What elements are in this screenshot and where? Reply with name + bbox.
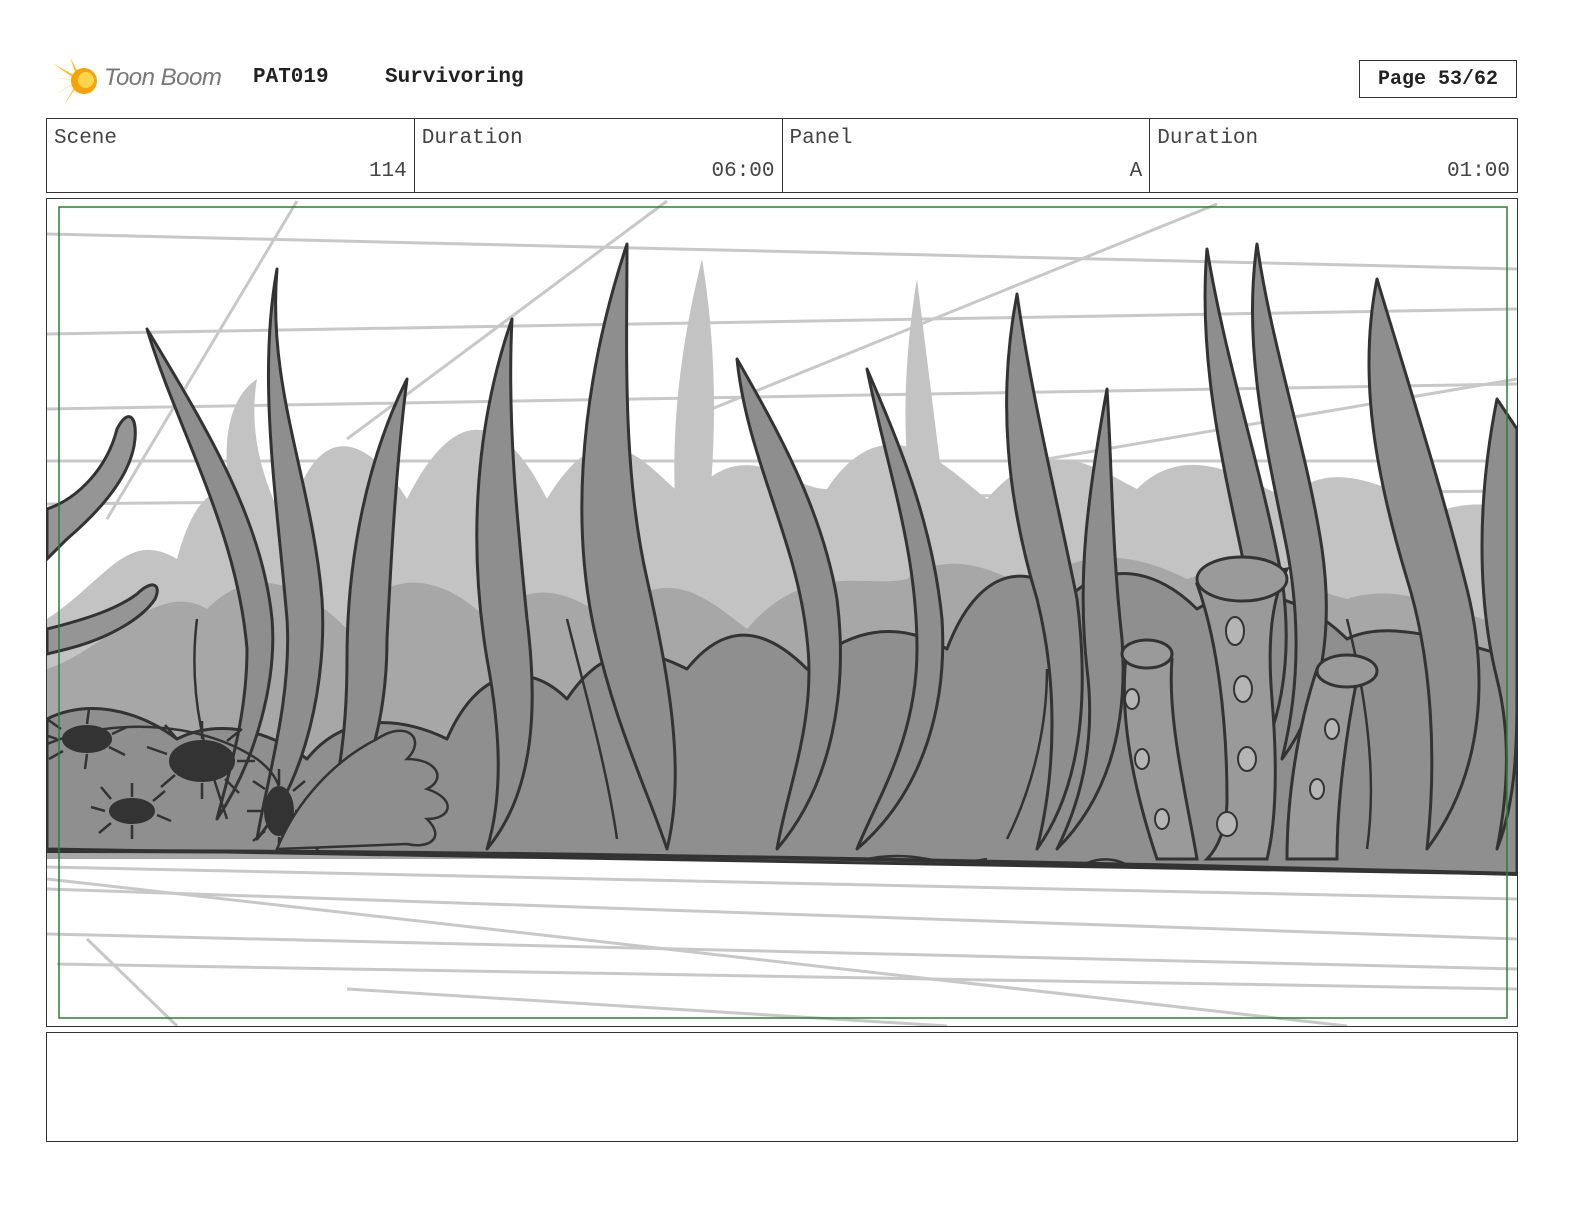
scene-info-table: Scene 114 Duration 06:00 Panel A Duratio… (46, 118, 1518, 193)
scene-duration-label: Duration (421, 127, 523, 150)
scene-duration-cell: Duration 06:00 (415, 119, 783, 192)
panel-duration-label: Duration (1157, 127, 1259, 150)
page-number: Page 53/62 (1359, 60, 1517, 98)
panel-label: Panel (789, 127, 853, 150)
panel-value: A (1129, 160, 1143, 183)
scene-cell: Scene 114 (47, 119, 415, 192)
project-code: PAT019 (253, 66, 329, 89)
logo-text: Toon Boom (104, 64, 222, 91)
storyboard-header: Toon Boom PAT019 Survivoring Page 53/62 (0, 0, 1584, 115)
panel-duration-cell: Duration 01:00 (1150, 119, 1517, 192)
panel-duration-value: 01:00 (1446, 160, 1510, 183)
seaweed-reef-drawing-icon (47, 199, 1517, 1026)
scene-duration-value: 06:00 (711, 160, 775, 183)
panel-cell: Panel A (783, 119, 1151, 192)
project-title: Survivoring (385, 66, 524, 89)
storyboard-panel (46, 198, 1518, 1027)
scene-label: Scene (54, 127, 118, 150)
scene-value: 114 (368, 160, 407, 183)
panel-notes-box (46, 1032, 1518, 1142)
